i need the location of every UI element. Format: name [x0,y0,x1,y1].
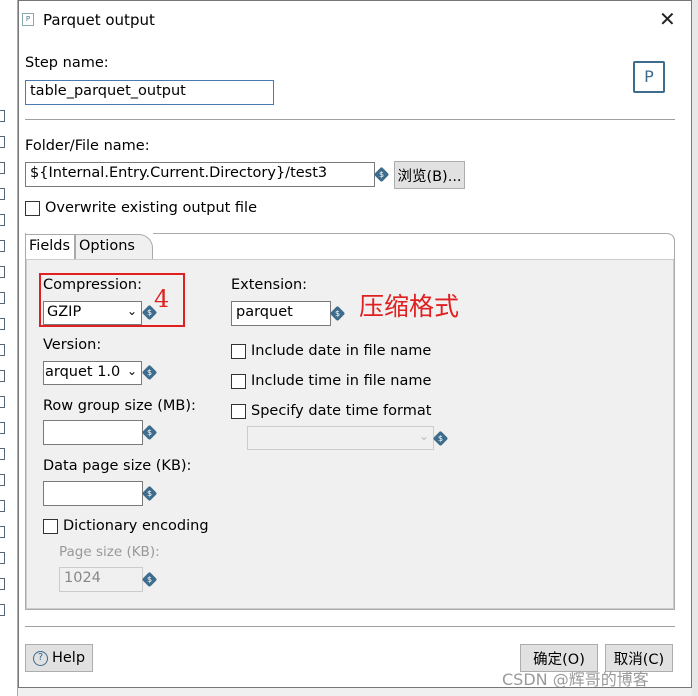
variable-icon: $ [432,430,449,447]
background-window-right [692,0,698,696]
version-label: Version: [43,337,102,353]
parquet-step-icon: P [633,61,665,93]
tab-fields[interactable]: Fields [25,234,75,259]
step-name-label: Step name: [25,55,109,71]
extension-input[interactable]: parquet [231,301,331,326]
watermark: CSDN @辉哥的博客 [502,670,649,689]
variable-icon: $ [141,424,158,441]
chevron-down-icon: ⌄ [418,429,429,443]
background-window [0,0,18,696]
variable-icon: $ [141,571,158,588]
chevron-down-icon: ⌄ [126,364,137,378]
date-format-select[interactable]: ⌄ [247,426,434,450]
specify-format-checkbox[interactable] [231,404,246,419]
compression-label: Compression: [43,277,142,293]
help-icon: ? [32,650,48,666]
tab-options[interactable]: Options [75,234,153,259]
footer-divider [25,626,675,627]
window-title: Parquet output [43,11,155,29]
row-group-input[interactable] [43,420,143,445]
help-button[interactable]: ? Help [25,644,93,672]
parquet-output-dialog: P Parquet output ✕ Step name: table_parq… [18,0,692,688]
data-page-input[interactable] [43,481,143,506]
annotation-number: 4 [154,285,170,313]
include-time-checkbox[interactable] [231,374,246,389]
folder-input[interactable]: ${Internal.Entry.Current.Directory}/test… [25,162,375,187]
variable-icon: $ [141,364,158,381]
dictionary-checkbox[interactable] [43,519,58,534]
variable-icon: $ [329,305,346,322]
specify-format-label: Specify date time format [251,403,432,419]
close-icon[interactable]: ✕ [659,7,676,31]
title-icon: P [22,13,34,26]
dictionary-label: Dictionary encoding [63,518,209,534]
folder-label: Folder/File name: [25,138,150,154]
browse-button[interactable]: 浏览(B)... [394,161,465,189]
step-name-input[interactable]: table_parquet_output [25,80,274,105]
annotation-text: 压缩格式 [359,292,460,321]
data-page-label: Data page size (KB): [43,458,192,474]
version-select[interactable]: arquet 1.0 ⌄ [43,361,142,385]
extension-label: Extension: [231,277,308,293]
include-date-label: Include date in file name [251,343,432,359]
divider [25,119,675,120]
overwrite-checkbox[interactable] [25,201,40,216]
include-time-label: Include time in file name [251,373,432,389]
page-size-input[interactable]: 1024 [59,567,143,592]
page-size-label: Page size (KB): [59,544,160,560]
row-group-label: Row group size (MB): [43,398,196,414]
compression-select[interactable]: GZIP ⌄ [43,301,142,325]
chevron-down-icon: ⌄ [126,304,137,318]
overwrite-label: Overwrite existing output file [45,200,258,216]
variable-icon: $ [141,485,158,502]
include-date-checkbox[interactable] [231,344,246,359]
variable-icon: $ [373,166,390,183]
